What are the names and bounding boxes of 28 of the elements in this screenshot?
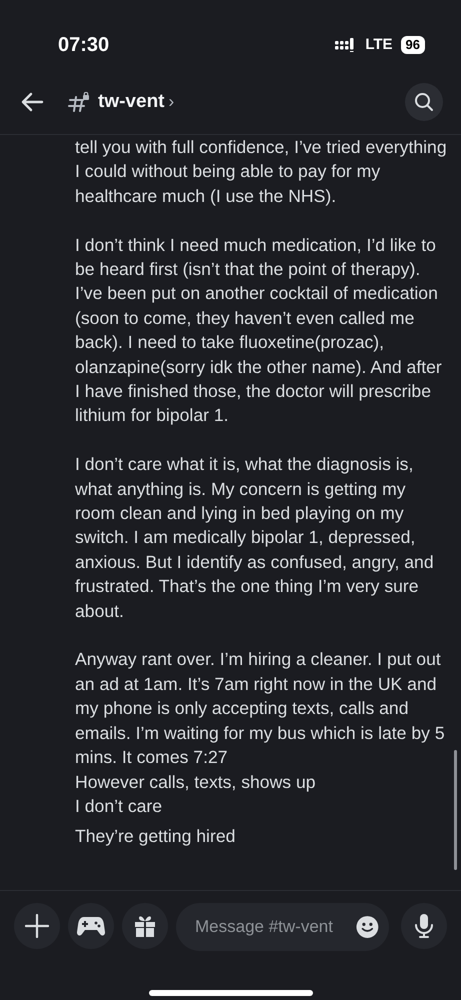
- message-text: However calls, texts, shows up: [75, 770, 317, 794]
- back-arrow-icon[interactable]: [20, 92, 44, 112]
- search-button[interactable]: [405, 83, 443, 121]
- message-text: I don’t think I need much medication, I’d like to be heard first (isn’t that the point of therapy). I’ve been put on another cocktail of medication (soon to come, they haven’t even called me back). I need to take fluoxetine(prozac), olanzapine(sorry idk the other name). And after I have finished those, the doctor will prescribe lithium for bipolar 1.: [75, 234, 443, 428]
- search-icon: [414, 92, 434, 112]
- add-button[interactable]: [14, 903, 60, 949]
- gamepad-icon: [77, 915, 105, 937]
- network-type: LTE: [365, 34, 393, 55]
- message-text: I don’t care what it is, what the diagnosis is, what anything is. My concern is getting my room clean and lying in bed playing on my switch. I am medically bipolar 1, depressed, anxious. But I identify as confused, angry, and frustrated. That’s the one thing I’m very sure about.: [75, 453, 435, 623]
- message-text: tell you with full confidence, I’ve tried everything I could without being able to pay for my healthcare much (I use the NHS).: [75, 136, 447, 208]
- gift-button[interactable]: [122, 903, 168, 949]
- emoji-icon[interactable]: [356, 914, 379, 940]
- plus-icon: [25, 914, 49, 938]
- scrollbar[interactable]: [454, 750, 457, 870]
- message-text: Anyway rant over. I’m hiring a cleaner. I put out an ad at 1am. It’s 7am right now in the UK and my phone is only accepting texts, calls and emails. I’m waiting for my bus which is late by 5 mins. It comes 7:27: [75, 648, 446, 770]
- microphone-icon: [414, 913, 434, 939]
- locked-hash-icon: [68, 92, 90, 112]
- battery-level: 96: [400, 36, 425, 54]
- status-time: 07:30: [58, 33, 110, 58]
- channel-name[interactable]: tw-vent: [98, 88, 164, 116]
- voice-button[interactable]: [401, 903, 447, 949]
- message-input[interactable]: Message #tw-vent: [193, 913, 356, 941]
- chevron[interactable]: ›: [168, 89, 174, 115]
- gift-icon: [133, 914, 157, 938]
- message-field[interactable]: Message #tw-vent: [176, 903, 389, 951]
- message-text: They’re getting hired: [75, 825, 236, 848]
- message-text: I don’t care: [75, 794, 164, 818]
- activities-button[interactable]: [68, 903, 114, 949]
